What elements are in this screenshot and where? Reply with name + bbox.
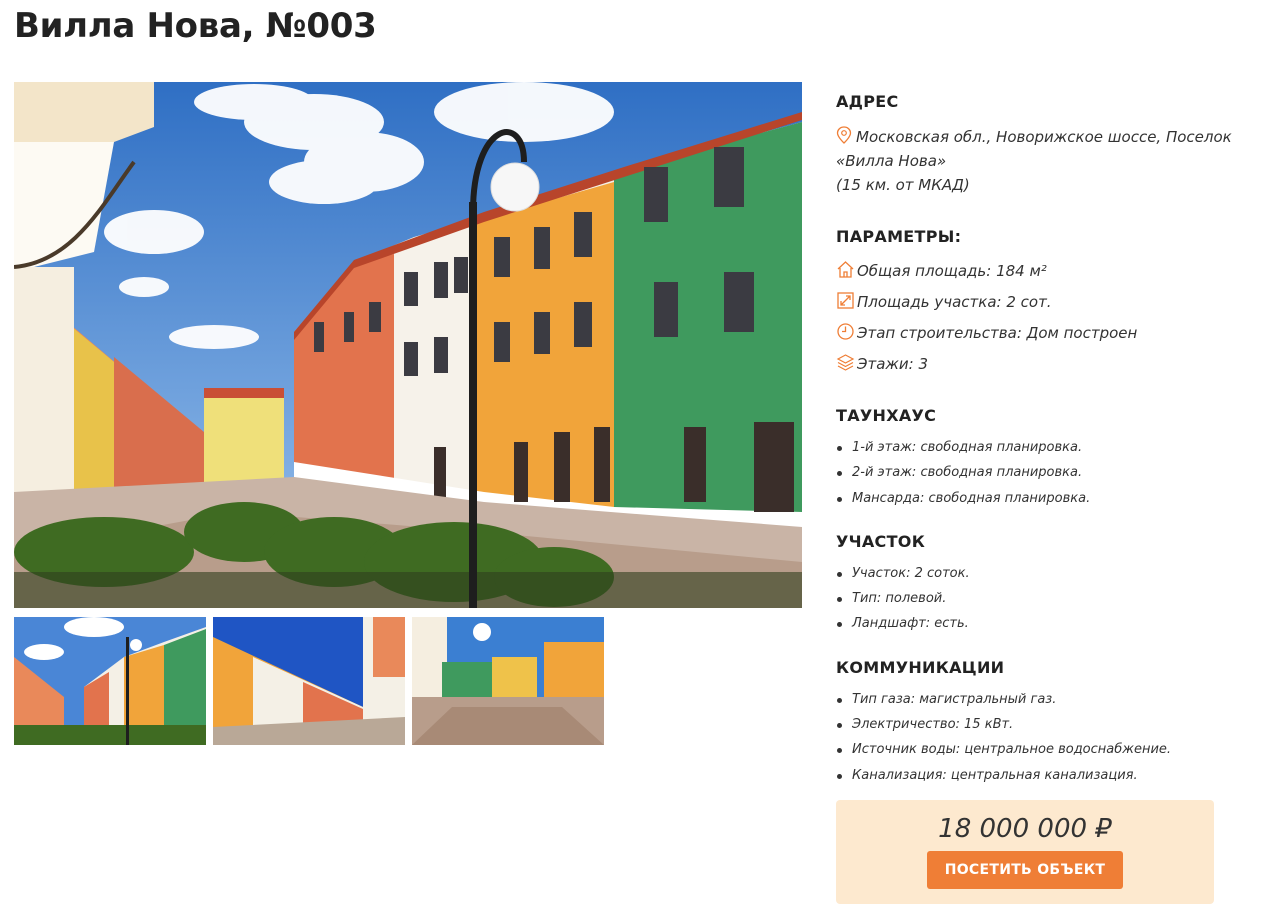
clock-icon	[836, 322, 855, 341]
address-line-3: (15 км. от МКАД)	[836, 176, 970, 194]
param-stage: Этап строительства: Дом построен	[836, 318, 1256, 349]
param-total-area: Общая площадь: 184 м²	[836, 256, 1256, 287]
layers-icon	[836, 353, 855, 372]
thumbnail-2[interactable]	[213, 617, 405, 745]
list-item: Тип: полевой.	[836, 586, 1256, 611]
param-plot-area: Площадь участка: 2 сот.	[836, 287, 1256, 318]
thumbnail-1[interactable]	[14, 617, 206, 745]
list-item: Участок: 2 соток.	[836, 561, 1256, 586]
townhouse-list: 1-й этаж: свободная планировка. 2-й этаж…	[836, 435, 1256, 511]
price-box: 18 000 000 ₽ ПОСЕТИТЬ ОБЪЕКТ	[836, 800, 1214, 904]
params-list: Общая площадь: 184 м² Площадь участка: 2…	[836, 256, 1256, 380]
utilities-list: Тип газа: магистральный газ. Электричест…	[836, 687, 1256, 788]
list-item: 1-й этаж: свободная планировка.	[836, 435, 1256, 460]
list-item: Электричество: 15 кВт.	[836, 712, 1256, 737]
main-photo[interactable]	[14, 82, 802, 608]
list-item: Мансарда: свободная планировка.	[836, 486, 1256, 511]
townhouse-heading: ТАУНХАУС	[836, 406, 937, 425]
param-plot-area-text: Площадь участка: 2 сот.	[857, 293, 1052, 311]
page-title: Вилла Нова, №003	[14, 6, 377, 46]
visit-object-button[interactable]: ПОСЕТИТЬ ОБЪЕКТ	[927, 851, 1123, 889]
params-heading: ПАРАМЕТРЫ:	[836, 227, 962, 246]
location-pin-icon	[836, 126, 852, 144]
param-floors: Этажи: 3	[836, 349, 1256, 380]
plot-heading: УЧАСТОК	[836, 531, 926, 551]
house-icon	[836, 260, 855, 279]
list-item: Канализация: центральная канализация.	[836, 763, 1256, 788]
address-line-2: «Вилла Нова»	[836, 152, 947, 170]
price-amount: 18 000 000 ₽	[938, 814, 1112, 844]
resize-icon	[836, 291, 855, 310]
list-item: 2-й этаж: свободная планировка.	[836, 460, 1256, 485]
list-item: Источник воды: центральное водоснабжение…	[836, 737, 1256, 762]
thumbnail-3[interactable]	[412, 617, 604, 745]
address-line-1: Московская обл., Новорижское шоссе, Посе…	[856, 128, 1232, 146]
utilities-heading: КОММУНИКАЦИИ	[836, 657, 1005, 677]
address-text: Московская обл., Новорижское шоссе, Посе…	[836, 125, 1256, 197]
address-heading: АДРЕС	[836, 92, 899, 111]
list-item: Ландшафт: есть.	[836, 611, 1256, 636]
property-info: АДРЕС Московская обл., Новорижское шоссе…	[836, 92, 1256, 788]
param-floors-text: Этажи: 3	[857, 355, 929, 373]
list-item: Тип газа: магистральный газ.	[836, 687, 1256, 712]
plot-list: Участок: 2 соток. Тип: полевой. Ландшафт…	[836, 561, 1256, 637]
param-stage-text: Этап строительства: Дом построен	[857, 324, 1138, 342]
param-total-area-text: Общая площадь: 184 м²	[857, 262, 1047, 280]
